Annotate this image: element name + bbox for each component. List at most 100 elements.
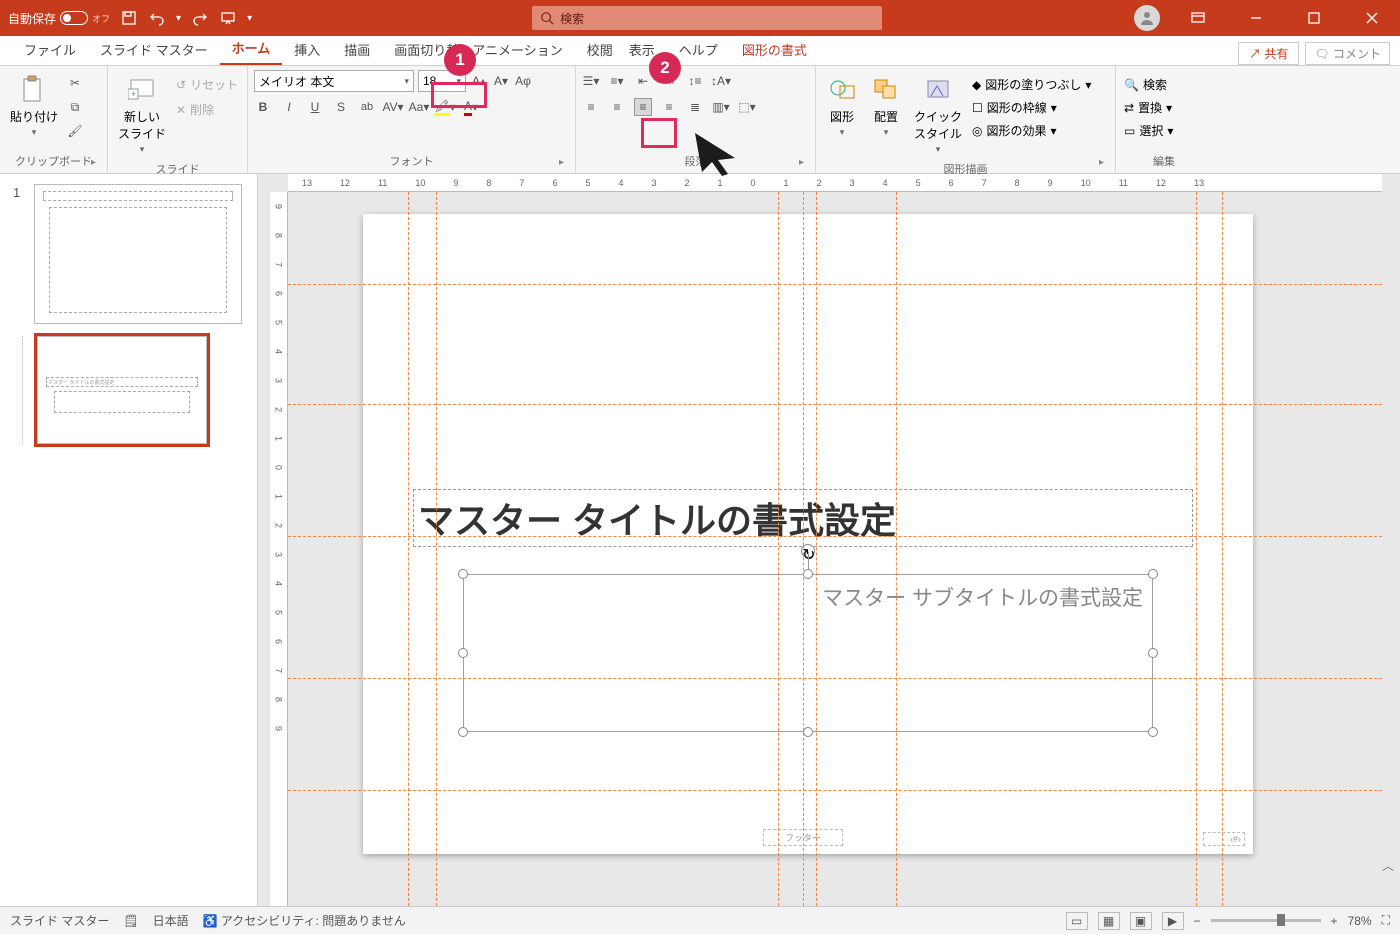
minimize-button[interactable] <box>1236 0 1276 36</box>
clear-formatting-icon[interactable]: Aφ <box>514 72 532 90</box>
strike-icon[interactable]: S <box>332 98 350 116</box>
zoom-in-icon[interactable]: + <box>1331 914 1338 928</box>
distribute-icon[interactable]: ≣ <box>686 98 704 116</box>
shapes-button[interactable]: 図形▾ <box>822 70 862 159</box>
align-left-icon[interactable]: ≡ <box>582 98 600 116</box>
clipboard-dialog-launcher[interactable]: ▸ <box>91 157 103 169</box>
resize-handle[interactable] <box>458 727 468 737</box>
autosave-label: 自動保存 <box>8 10 56 27</box>
redo-icon[interactable] <box>191 9 209 27</box>
close-button[interactable] <box>1352 0 1392 36</box>
paste-button[interactable]: 貼り付け ▾ <box>6 70 62 151</box>
change-case-icon[interactable]: Aa▾ <box>410 98 428 116</box>
paragraph-dialog-launcher[interactable]: ▸ <box>799 157 811 169</box>
decrease-indent-icon[interactable]: ⇤ <box>634 72 652 90</box>
sorter-view-icon[interactable]: ▦ <box>1098 912 1120 930</box>
status-language[interactable]: 日本語 <box>153 912 189 929</box>
shape-fill-button[interactable]: ◆ 図形の塗りつぶし ▾ <box>970 74 1093 95</box>
font-color-icon[interactable]: A▾ <box>462 98 480 116</box>
resize-handle[interactable] <box>803 727 813 737</box>
comments-button[interactable]: 🗨 コメント <box>1305 42 1390 65</box>
tab-file[interactable]: ファイル <box>12 34 88 65</box>
text-direction-icon[interactable]: ↕A▾ <box>712 72 730 90</box>
zoom-value[interactable]: 78% <box>1348 914 1372 928</box>
tab-slide-master[interactable]: スライド マスター <box>88 34 220 65</box>
account-avatar[interactable] <box>1134 5 1160 31</box>
notes-icon[interactable]: 🗒 <box>123 914 138 928</box>
decrease-font-icon[interactable]: A▾ <box>492 72 510 90</box>
tab-shape-format[interactable]: 図形の書式 <box>730 34 819 65</box>
smartart-icon[interactable]: ⬚▾ <box>738 98 756 116</box>
slideshow-view-icon[interactable]: ▶ <box>1162 912 1184 930</box>
shape-outline-button[interactable]: ☐ 図形の枠線 ▾ <box>970 97 1093 118</box>
drawing-dialog-launcher[interactable]: ▸ <box>1099 157 1111 169</box>
tab-home[interactable]: ホーム <box>220 32 283 65</box>
slide-number-placeholder[interactable]: ‹#› <box>1203 832 1245 846</box>
replace-button[interactable]: ⇄ 置換 ▾ <box>1122 97 1206 118</box>
annotation-badge-2: 2 <box>649 52 681 84</box>
numbering-icon[interactable]: ≡▾ <box>608 72 626 90</box>
copy-icon[interactable]: ⧉ <box>66 98 84 116</box>
font-dialog-launcher[interactable]: ▸ <box>559 157 571 169</box>
normal-view-icon[interactable]: ▭ <box>1066 912 1088 930</box>
undo-icon[interactable] <box>148 9 166 27</box>
arrange-button[interactable]: 配置▾ <box>866 70 906 159</box>
thumb-number: 1 <box>13 185 20 200</box>
format-painter-icon[interactable]: 🖌 <box>66 122 84 140</box>
horizontal-ruler: 13121110987654321012345678910111213 <box>288 174 1382 192</box>
collapse-ribbon-icon[interactable]: ︿ <box>1382 857 1394 874</box>
zoom-out-icon[interactable]: − <box>1194 914 1201 928</box>
resize-handle[interactable] <box>1148 727 1158 737</box>
new-slide-button[interactable]: + 新しい スライド ▾ <box>114 70 170 159</box>
find-button[interactable]: 🔍 検索 <box>1122 74 1206 95</box>
tab-animations[interactable]: アニメーション <box>460 34 574 65</box>
shadow-icon[interactable]: ab <box>358 98 376 116</box>
font-family-combo[interactable]: メイリオ 本文▾ <box>254 70 414 92</box>
autosave-toggle[interactable]: 自動保存 オフ <box>8 10 110 27</box>
subtitle-placeholder[interactable]: ↻ マスター サブタイトルの書式設定 <box>463 574 1153 732</box>
undo-dropdown-icon[interactable]: ▾ <box>176 13 181 24</box>
search-placeholder: 検索 <box>560 10 584 27</box>
tab-draw[interactable]: 描画 <box>332 34 382 65</box>
maximize-button[interactable] <box>1294 0 1334 36</box>
zoom-slider[interactable] <box>1211 919 1321 922</box>
slideshow-icon[interactable] <box>219 9 237 27</box>
save-icon[interactable] <box>120 9 138 27</box>
fit-window-icon[interactable]: ⛶ <box>1382 913 1390 928</box>
justify-icon[interactable]: ≡ <box>660 98 678 116</box>
tab-review[interactable]: 校閲 <box>575 34 617 65</box>
underline-icon[interactable]: U <box>306 98 324 116</box>
bullets-icon[interactable]: ☰▾ <box>582 72 600 90</box>
columns-icon[interactable]: ▥▾ <box>712 98 730 116</box>
qat-customize-icon[interactable]: ▾ <box>247 13 252 24</box>
resize-handle[interactable] <box>458 569 468 579</box>
resize-handle[interactable] <box>458 648 468 658</box>
accessibility-status[interactable]: ♿ アクセシビリティ: 問題ありません <box>203 912 406 929</box>
master-thumbnail[interactable]: 1 <box>34 184 242 324</box>
shape-effects-button[interactable]: ◎ 図形の効果 ▾ <box>970 120 1093 141</box>
layout-thumbnail-selected[interactable]: マスター タイトルの書式設定 <box>37 336 207 444</box>
share-button[interactable]: ↗ 共有 <box>1238 42 1299 65</box>
slide-thumbnails-panel[interactable]: 1 マスター タイトルの書式設定 <box>0 174 258 906</box>
line-spacing-icon[interactable]: ↕≡ <box>686 72 704 90</box>
cut-icon[interactable]: ✂ <box>66 74 84 92</box>
search-box[interactable]: 検索 <box>532 6 882 30</box>
svg-text:+: + <box>131 89 136 99</box>
quick-styles-button[interactable]: クイック スタイル▾ <box>910 70 966 159</box>
tab-insert[interactable]: 挿入 <box>282 34 332 65</box>
increase-font-icon[interactable]: A▴ <box>470 72 488 90</box>
resize-handle[interactable] <box>1148 648 1158 658</box>
slide[interactable]: マスター タイトルの書式設定 ↻ マスター サブタイトルの書式設定 フッター ‹… <box>363 214 1253 854</box>
highlight-color-icon[interactable]: 🖍▾ <box>436 98 454 116</box>
char-spacing-icon[interactable]: AV▾ <box>384 98 402 116</box>
ribbon-display-icon[interactable] <box>1178 0 1218 36</box>
align-center-icon[interactable]: ≡ <box>608 98 626 116</box>
slide-canvas-area[interactable]: 13121110987654321012345678910111213 9876… <box>258 174 1400 906</box>
reading-view-icon[interactable]: ▣ <box>1130 912 1152 930</box>
italic-icon[interactable]: I <box>280 98 298 116</box>
bold-icon[interactable]: B <box>254 98 272 116</box>
select-button[interactable]: ▭ 選択 ▾ <box>1122 120 1206 141</box>
resize-handle[interactable] <box>1148 569 1158 579</box>
resize-handle[interactable] <box>803 569 813 579</box>
align-right-icon[interactable]: ≡ <box>634 98 652 116</box>
